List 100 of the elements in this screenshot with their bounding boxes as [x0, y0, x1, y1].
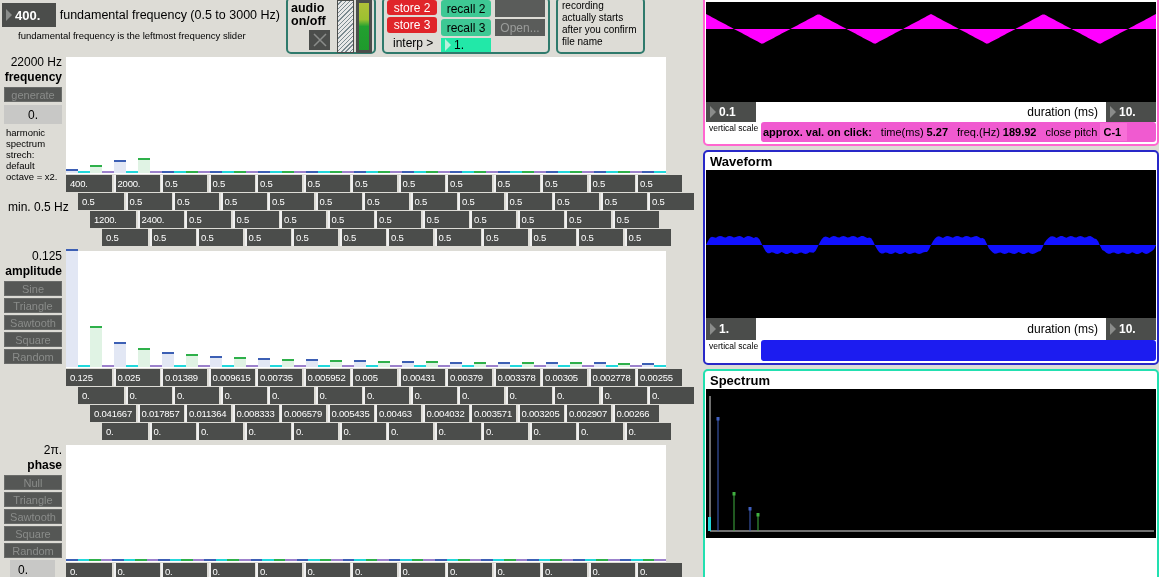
- number-box[interactable]: 0.5: [303, 175, 350, 192]
- blank-button[interactable]: [495, 0, 545, 17]
- number-box[interactable]: 0.: [197, 423, 243, 440]
- number-box[interactable]: 0.: [458, 387, 504, 404]
- number-box[interactable]: 0.00305: [541, 369, 587, 386]
- number-box[interactable]: 0.5: [292, 229, 338, 246]
- number-box[interactable]: 0.5: [577, 229, 623, 246]
- number-box[interactable]: 0.: [434, 423, 481, 440]
- number-box[interactable]: 0.: [303, 563, 350, 577]
- number-box[interactable]: 0.006579: [280, 405, 326, 422]
- number-box[interactable]: 0.5: [636, 175, 682, 192]
- number-box[interactable]: 0.5: [268, 193, 314, 210]
- number-box[interactable]: 0.004032: [422, 405, 469, 422]
- number-box[interactable]: 0.5: [102, 229, 148, 246]
- number-box[interactable]: 0.00735: [256, 369, 302, 386]
- number-box[interactable]: 0.01389: [161, 369, 207, 386]
- number-box[interactable]: 0.5: [398, 175, 445, 192]
- number-box[interactable]: 0.: [66, 563, 112, 577]
- number-box[interactable]: 0.5: [220, 193, 267, 210]
- number-box[interactable]: 0.5: [482, 229, 528, 246]
- number-box[interactable]: 0.5: [363, 193, 409, 210]
- number-box[interactable]: 400.: [66, 175, 112, 192]
- interp-number-box[interactable]: 1.: [441, 38, 491, 52]
- number-box[interactable]: 0.: [541, 563, 587, 577]
- number-box[interactable]: 0.: [256, 563, 302, 577]
- number-box[interactable]: 0.002778: [588, 369, 635, 386]
- number-box[interactable]: 0.: [351, 563, 397, 577]
- number-box[interactable]: 0.5: [493, 175, 540, 192]
- number-box[interactable]: 0.: [624, 423, 671, 440]
- number-box[interactable]: 0.5: [410, 193, 457, 210]
- number-box[interactable]: 0.5: [244, 229, 291, 246]
- number-box[interactable]: 0.: [636, 563, 682, 577]
- number-box[interactable]: 1200.: [90, 211, 136, 228]
- number-box[interactable]: 0.5: [149, 229, 196, 246]
- number-box[interactable]: 0.005: [351, 369, 397, 386]
- recall-button[interactable]: recall 2: [441, 0, 491, 17]
- number-box[interactable]: 0.: [648, 387, 694, 404]
- stretch-number-box[interactable]: 0.: [4, 105, 62, 124]
- number-box[interactable]: 0.5: [208, 175, 255, 192]
- number-box[interactable]: 0.5: [588, 175, 635, 192]
- duration-number-box[interactable]: 10.: [1106, 102, 1156, 123]
- multi-slider[interactable]: [66, 445, 666, 562]
- number-box[interactable]: 0.: [149, 423, 196, 440]
- number-box[interactable]: 0.00255: [636, 369, 682, 386]
- number-box[interactable]: 0.5: [387, 229, 433, 246]
- number-box[interactable]: 0.: [339, 423, 386, 440]
- vertical-scale-number-box[interactable]: 0.1: [706, 102, 756, 123]
- number-box[interactable]: 0.5: [446, 175, 492, 192]
- number-box[interactable]: 0.5: [173, 193, 219, 210]
- number-box[interactable]: 0.: [102, 423, 148, 440]
- number-box[interactable]: 0.009615: [208, 369, 255, 386]
- number-box[interactable]: 0.5: [197, 229, 243, 246]
- number-box[interactable]: 0.: [529, 423, 576, 440]
- number-box[interactable]: 0.5: [553, 193, 599, 210]
- store-button[interactable]: store 2: [387, 0, 437, 16]
- number-box[interactable]: 0.5: [315, 193, 362, 210]
- number-box[interactable]: 0.005435: [327, 405, 374, 422]
- number-box[interactable]: 0.5: [505, 193, 552, 210]
- number-box[interactable]: 2400.: [137, 211, 184, 228]
- number-box[interactable]: 0.: [268, 387, 314, 404]
- number-box[interactable]: 2000.: [113, 175, 160, 192]
- number-box[interactable]: 0.125: [66, 369, 112, 386]
- store-button[interactable]: store 3: [387, 17, 437, 33]
- number-box[interactable]: 0.00431: [398, 369, 445, 386]
- number-box[interactable]: 0.00379: [446, 369, 492, 386]
- number-box[interactable]: 0.5: [565, 211, 611, 228]
- number-box[interactable]: 0.: [398, 563, 445, 577]
- frequency-number-box[interactable]: 400.: [2, 3, 56, 27]
- number-box[interactable]: 0.5: [256, 175, 302, 192]
- number-box[interactable]: 0.: [125, 387, 172, 404]
- number-box[interactable]: 0.: [161, 563, 207, 577]
- number-box[interactable]: 0.5: [161, 175, 207, 192]
- number-box[interactable]: 0.: [446, 563, 492, 577]
- number-box[interactable]: 0.5: [327, 211, 374, 228]
- number-box[interactable]: 0.008333: [232, 405, 279, 422]
- number-box[interactable]: 0.5: [470, 211, 516, 228]
- number-box[interactable]: 0.5: [422, 211, 469, 228]
- multi-slider[interactable]: [66, 251, 666, 368]
- number-box[interactable]: 0.003571: [470, 405, 516, 422]
- number-box[interactable]: 0.00463: [375, 405, 421, 422]
- number-box[interactable]: 0.: [315, 387, 362, 404]
- number-box[interactable]: 0.: [577, 423, 623, 440]
- number-box[interactable]: 0.5: [529, 229, 576, 246]
- number-box[interactable]: 0.017857: [137, 405, 184, 422]
- number-box[interactable]: 0.5: [541, 175, 587, 192]
- number-box[interactable]: 0.: [553, 387, 599, 404]
- number-box[interactable]: 0.5: [78, 193, 124, 210]
- number-box[interactable]: 0.: [208, 563, 255, 577]
- number-box[interactable]: 0.: [482, 423, 528, 440]
- number-box[interactable]: 0.00266: [612, 405, 659, 422]
- number-box[interactable]: 0.003378: [493, 369, 540, 386]
- number-box[interactable]: 0.041667: [90, 405, 136, 422]
- number-box[interactable]: 0.003205: [517, 405, 564, 422]
- number-box[interactable]: 0.5: [232, 211, 279, 228]
- number-box[interactable]: 0.5: [339, 229, 386, 246]
- number-box[interactable]: 0.: [78, 387, 124, 404]
- recall-button[interactable]: recall 3: [441, 19, 491, 36]
- number-box[interactable]: 0.: [220, 387, 267, 404]
- number-box[interactable]: 0.5: [351, 175, 397, 192]
- number-box[interactable]: 0.: [600, 387, 647, 404]
